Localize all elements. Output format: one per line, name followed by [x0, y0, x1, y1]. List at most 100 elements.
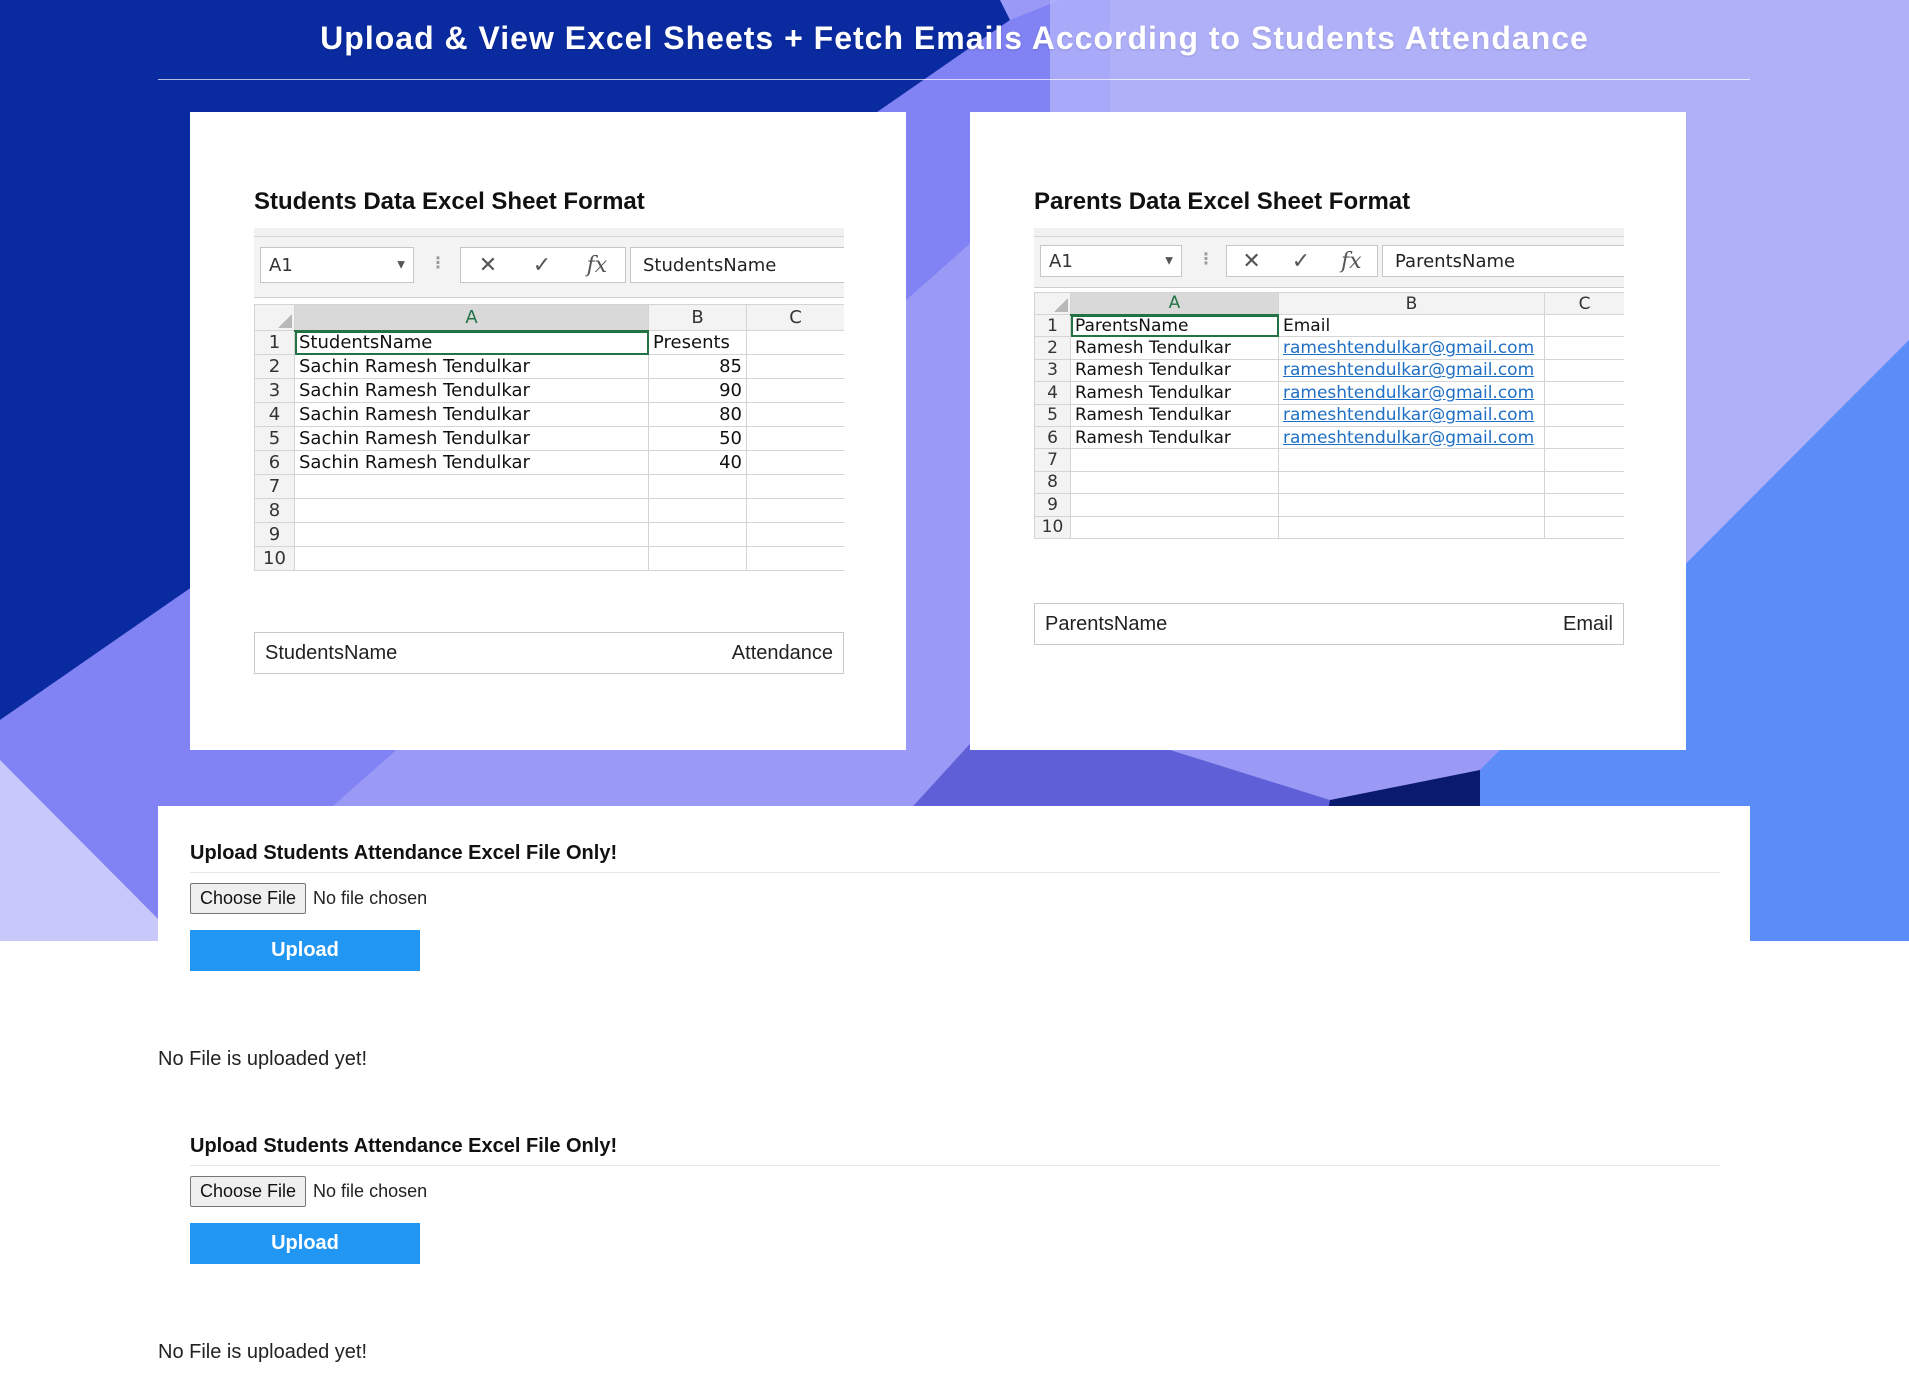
choose-file-button[interactable]: Choose File [190, 883, 307, 914]
sheet-cell [746, 450, 844, 475]
row-header: 2 [1034, 336, 1071, 360]
sheet-cell [294, 498, 649, 523]
row-header: 8 [1034, 470, 1071, 495]
sheet-row: 3 Sachin Ramesh Tendulkar 90 [254, 378, 844, 403]
column-header-row: A B C [1034, 292, 1624, 316]
function-icon: fx [586, 252, 608, 278]
sheet-row: 6 Ramesh Tendulkar rameshtendulkar@gmail.c… [1034, 425, 1624, 450]
sheet-cell: Email [1278, 313, 1545, 338]
sheet-cell [1544, 381, 1624, 405]
sheet-cell: 90 [648, 378, 747, 403]
sheet-cell [1278, 493, 1545, 517]
page-title: Upload & View Excel Sheets + Fetch Email… [320, 20, 1589, 56]
sheet-row: 8 [254, 498, 844, 523]
sheet-cell: Sachin Ramesh Tendulkar [294, 450, 649, 475]
formula-input: StudentsName [630, 247, 844, 283]
sheet-cell: rameshtendulkar@gmail.com [1278, 425, 1545, 450]
excel-ribbon-strip [254, 228, 844, 237]
parents-format-card: Parents Data Excel Sheet Format A1 ▼ ⋮ ✕… [970, 112, 1686, 750]
sheet-cell [746, 546, 844, 571]
row-header: 7 [254, 474, 295, 499]
sheet-cell [1070, 515, 1279, 539]
sheet-cell [1278, 470, 1545, 495]
students-excel-screenshot: A1 ▼ ⋮ ✕ ✓ fx StudentsName A B C 1 Stude… [254, 228, 844, 588]
column-header: B [648, 304, 747, 331]
sheet-row: 6 Sachin Ramesh Tendulkar 40 [254, 450, 844, 475]
row-header: 2 [254, 354, 295, 379]
divider [190, 872, 1720, 873]
sheet-cell [648, 498, 747, 523]
sheet-cell [294, 474, 649, 499]
caption-left: ParentsName [1045, 612, 1168, 635]
sheet-row: 7 [254, 474, 844, 499]
hero-banner: Upload & View Excel Sheets + Fetch Email… [0, 0, 1909, 941]
sheet-cell [1544, 515, 1624, 539]
upload-button[interactable]: Upload [190, 930, 420, 971]
row-header: 5 [254, 426, 295, 451]
sheet-row: 9 [254, 522, 844, 547]
sheet-cell [1544, 403, 1624, 427]
students-rows: 1 StudentsName Presents 2 Sachin Ramesh Tend… [254, 330, 844, 571]
sheet-row: 9 [1034, 493, 1624, 517]
cancel-icon: ✕ [478, 252, 498, 278]
sheet-cell [1278, 448, 1545, 472]
file-input[interactable]: Choose File No file chosen [190, 883, 1720, 914]
upload-result-message: No File is uploaded yet! [158, 1341, 368, 1363]
sheet-cell [1278, 515, 1545, 539]
parents-rows: 1 ParentsName Email 2 Ramesh Tendulkar ramesh… [1034, 313, 1624, 539]
sheet-cell: rameshtendulkar@gmail.com [1278, 336, 1545, 360]
row-header: 3 [1034, 358, 1071, 383]
email-link: rameshtendulkar@gmail.com [1283, 405, 1535, 426]
drag-handle-icon: ⋮ [430, 253, 446, 272]
sheet-cell [746, 330, 844, 355]
name-box: A1 ▼ [260, 247, 414, 283]
email-link: rameshtendulkar@gmail.com [1283, 338, 1535, 359]
sheet-cell: 50 [648, 426, 747, 451]
parents-excel-screenshot: A1 ▼ ⋮ ✕ ✓ fx ParentsName A B C 1 Parent… [1034, 228, 1624, 588]
sheet-cell [1544, 313, 1624, 338]
column-header-row: A B C [254, 304, 844, 332]
sheet-cell [648, 522, 747, 547]
sheet-row: 4 Ramesh Tendulkar rameshtendulkar@gmail.c… [1034, 381, 1624, 405]
name-box-value: A1 [269, 254, 293, 276]
sheet-cell: 85 [648, 354, 747, 379]
chevron-down-icon: ▼ [1165, 255, 1173, 267]
sheet-cell: Sachin Ramesh Tendulkar [294, 426, 649, 451]
sheet-cell: Ramesh Tendulkar [1070, 425, 1279, 450]
sheet-row: 2 Sachin Ramesh Tendulkar 85 [254, 354, 844, 379]
sheet-cell [1544, 425, 1624, 450]
sheet-cell: rameshtendulkar@gmail.com [1278, 403, 1545, 427]
excel-ribbon-strip [1034, 228, 1624, 237]
sheet-row: 1 StudentsName Presents [254, 330, 844, 355]
upload-button[interactable]: Upload [190, 1223, 420, 1264]
row-header: 3 [254, 378, 295, 403]
function-icon: fx [1340, 248, 1362, 274]
row-header: 9 [1034, 493, 1071, 517]
row-header: 7 [1034, 448, 1071, 472]
name-box-value: A1 [1049, 250, 1073, 272]
sheet-row: 3 Ramesh Tendulkar rameshtendulkar@gmail.c… [1034, 358, 1624, 383]
choose-file-button[interactable]: Choose File [190, 1176, 307, 1207]
sheet-cell: Sachin Ramesh Tendulkar [294, 402, 649, 427]
sheet-cell: StudentsName [294, 330, 649, 355]
sheet-row: 10 [1034, 515, 1624, 539]
sheet-cell: rameshtendulkar@gmail.com [1278, 381, 1545, 405]
sheet-row: 10 [254, 546, 844, 571]
name-box: A1 ▼ [1040, 245, 1182, 277]
divider [190, 1165, 1720, 1166]
column-header: A [1070, 292, 1279, 316]
check-icon: ✓ [1291, 248, 1311, 274]
sheet-row: 5 Sachin Ramesh Tendulkar 50 [254, 426, 844, 451]
sheet-cell [746, 474, 844, 499]
sheet-cell: Sachin Ramesh Tendulkar [294, 354, 649, 379]
sheet-cell [1544, 493, 1624, 517]
file-status-text: No file chosen [313, 1181, 428, 1201]
row-header: 9 [254, 522, 295, 547]
upload-section: Upload Students Attendance Excel File On… [190, 842, 1720, 971]
row-header: 10 [1034, 515, 1071, 539]
sheet-cell: 80 [648, 402, 747, 427]
row-header: 5 [1034, 403, 1071, 427]
students-card-heading: Students Data Excel Sheet Format [254, 188, 645, 215]
sheet-row: 2 Ramesh Tendulkar rameshtendulkar@gmail.c… [1034, 336, 1624, 360]
file-input[interactable]: Choose File No file chosen [190, 1176, 1720, 1207]
